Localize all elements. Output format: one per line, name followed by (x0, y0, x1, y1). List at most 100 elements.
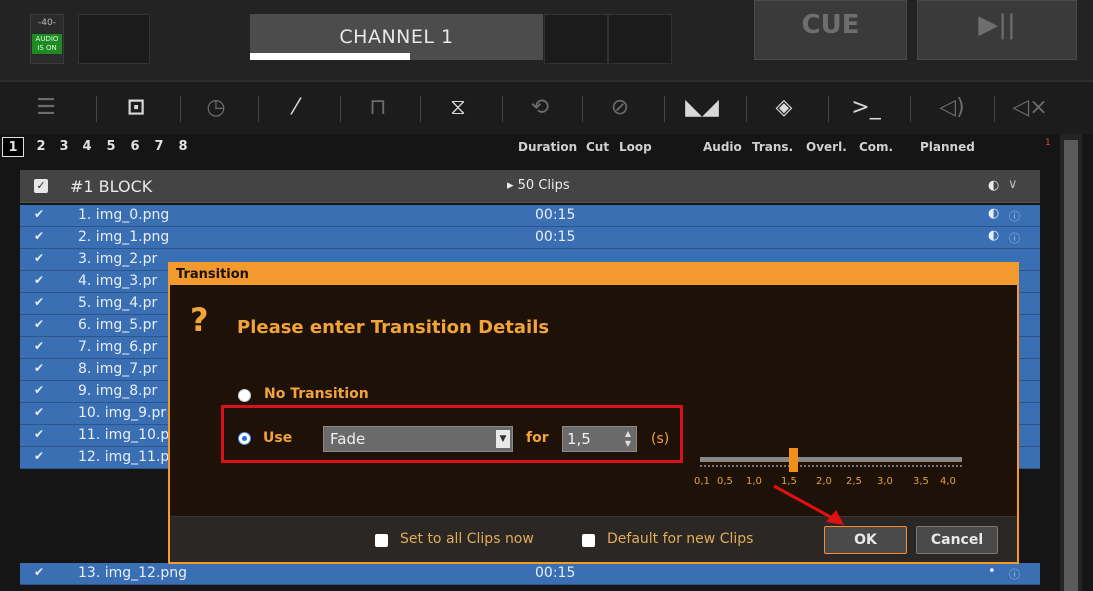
no-loop-icon[interactable]: ⊘ (602, 92, 638, 124)
dialog-heading: Please enter Transition Details (237, 317, 550, 338)
magic-wand-icon[interactable]: ⁄ (278, 92, 314, 124)
transition-dialog: Transition ? Please enter Transition Det… (168, 262, 1019, 564)
chevron-down-icon[interactable]: ∨ (1008, 177, 1018, 192)
tab-4[interactable]: 4 (78, 137, 96, 157)
command-icon[interactable]: >_ (848, 92, 884, 124)
set-all-checkbox[interactable] (375, 534, 388, 547)
column-duration[interactable]: Duration (518, 140, 577, 154)
block-checkbox[interactable]: ✓ (34, 179, 48, 193)
check-icon: ✔ (34, 229, 45, 243)
audio-level-value: -40- (38, 18, 56, 28)
toolbar-separator (828, 96, 829, 122)
clip-name: 8. img_7.pr (78, 361, 158, 377)
use-transition-label[interactable]: Use (263, 430, 292, 446)
duration-stepper[interactable]: 1,5 ▲ ▼ (562, 426, 637, 452)
clip-name: 11. img_10.p (78, 427, 170, 443)
tab-5[interactable]: 5 (102, 137, 120, 157)
check-icon: ✔ (34, 295, 45, 309)
clip-name: 2. img_1.png (78, 229, 170, 245)
duration-slider[interactable] (700, 457, 962, 462)
chevron-down-icon[interactable]: ▼ (496, 430, 510, 448)
audio-level-badge[interactable]: -40- AUDIO IS ON (30, 14, 64, 64)
column-com[interactable]: Com. (859, 140, 893, 154)
use-transition-radio[interactable] (238, 432, 251, 445)
toolbar-separator (502, 96, 503, 122)
list-item[interactable]: ✔ 1. img_0.png 00:15 ◐ ⓘ (20, 205, 1040, 227)
transition-type-select[interactable]: Fade ▼ (323, 426, 513, 452)
audio-fade-icon[interactable]: ◣◢ (684, 92, 720, 124)
timer-icon[interactable]: ⧖ (440, 92, 476, 124)
column-audio[interactable]: Audio (703, 140, 742, 154)
layers-icon[interactable]: ◈ (766, 92, 802, 124)
top-bar: -40- AUDIO IS ON CHANNEL 1 CUE ▶|| (0, 0, 1093, 80)
play-pause-button[interactable]: ▶|| (917, 0, 1077, 60)
pointer-arrow-icon (773, 484, 844, 525)
clip-name: 10. img_9.pr (78, 405, 167, 421)
column-loop[interactable]: Loop (619, 140, 652, 154)
speaker-icon[interactable]: ◁) (934, 92, 970, 124)
tab-1[interactable]: 1 (2, 137, 24, 157)
loop-icon[interactable]: ⟲ (522, 92, 558, 124)
slider-tick: 0,5 (717, 476, 733, 487)
dialog-body: ? Please enter Transition Details No Tra… (170, 285, 1017, 516)
stepper-arrows-icon[interactable]: ▲ ▼ (622, 429, 634, 449)
check-icon: ✔ (34, 251, 45, 265)
scroll-marker: 1 (1045, 138, 1051, 148)
clip-name: 9. img_8.pr (78, 383, 158, 399)
list-item[interactable]: ✔ 13. img_12.png 00:15 • ⓘ (20, 563, 1040, 585)
toolbar: ☰ ⊡ ◷ ⁄ ⊓ ⧖ ⟲ ⊘ ◣◢ ◈ >_ ◁) ◁× (0, 80, 1093, 134)
block-title: #1 BLOCK (70, 177, 153, 196)
for-label: for (526, 430, 549, 446)
cancel-button[interactable]: Cancel (916, 526, 998, 554)
mute-icon[interactable]: ◁× (1012, 92, 1048, 124)
clip-name: 7. img_6.pr (78, 339, 158, 355)
unit-label: (s) (651, 431, 670, 447)
check-icon: ✔ (34, 273, 45, 287)
list-item[interactable]: ✔ 2. img_1.png 00:15 ◐ ⓘ (20, 227, 1040, 249)
column-planned[interactable]: Planned (920, 140, 975, 154)
block-contrast-icon[interactable]: ◐ (988, 178, 999, 193)
slider-tick: 1,0 (746, 476, 762, 487)
info-icon[interactable]: ⓘ (1009, 208, 1020, 224)
bullet-icon[interactable]: • (988, 564, 996, 579)
question-icon: ? (190, 301, 209, 339)
info-icon[interactable]: ⓘ (1009, 566, 1020, 582)
tab-2[interactable]: 2 (32, 137, 50, 157)
column-overl[interactable]: Overl. (806, 140, 847, 154)
set-all-label[interactable]: Set to all Clips now (400, 531, 534, 547)
check-icon: ✔ (34, 317, 45, 331)
contrast-icon[interactable]: ◐ (988, 206, 999, 221)
block-clip-count[interactable]: ▸ 50 Clips (507, 178, 570, 193)
dialog-title[interactable]: Transition (170, 264, 1017, 285)
default-new-checkbox[interactable] (582, 534, 595, 547)
clip-name: 6. img_5.pr (78, 317, 158, 333)
transition-type-value: Fade (330, 430, 366, 448)
tab-3[interactable]: 3 (55, 137, 73, 157)
check-icon: ✔ (34, 405, 45, 419)
column-trans[interactable]: Trans. (752, 140, 793, 154)
crop-icon[interactable]: ⊓ (360, 92, 396, 124)
slider-thumb[interactable] (789, 448, 798, 472)
info-icon[interactable]: ⓘ (1009, 230, 1020, 246)
no-transition-radio[interactable] (238, 389, 251, 402)
cue-button[interactable]: CUE (754, 0, 907, 60)
playlist-tab-row: 1 2 3 4 5 6 7 8 Duration Cut Loop Audio … (0, 134, 1060, 160)
default-new-label[interactable]: Default for new Clips (607, 531, 753, 547)
block-header[interactable]: ✓ #1 BLOCK ▸ 50 Clips ◐ ∨ (20, 170, 1040, 203)
clip-name: 12. img_11.p (78, 449, 170, 465)
tab-8[interactable]: 8 (174, 137, 192, 157)
contrast-icon[interactable]: ◐ (988, 228, 999, 243)
toolbar-separator (258, 96, 259, 122)
block-icon[interactable]: ⊡ (118, 92, 154, 124)
clock-play-icon[interactable]: ◷ (198, 92, 234, 124)
slider-tick: 0,1 (694, 476, 710, 487)
no-transition-label[interactable]: No Transition (264, 386, 369, 402)
check-icon: ✔ (34, 565, 45, 579)
tab-7[interactable]: 7 (150, 137, 168, 157)
column-cut[interactable]: Cut (586, 140, 609, 154)
list-icon[interactable]: ☰ (28, 92, 64, 124)
ok-button[interactable]: OK (824, 526, 907, 554)
check-icon: ✔ (34, 339, 45, 353)
tab-6[interactable]: 6 (126, 137, 144, 157)
scrollbar-thumb[interactable] (1064, 140, 1078, 591)
